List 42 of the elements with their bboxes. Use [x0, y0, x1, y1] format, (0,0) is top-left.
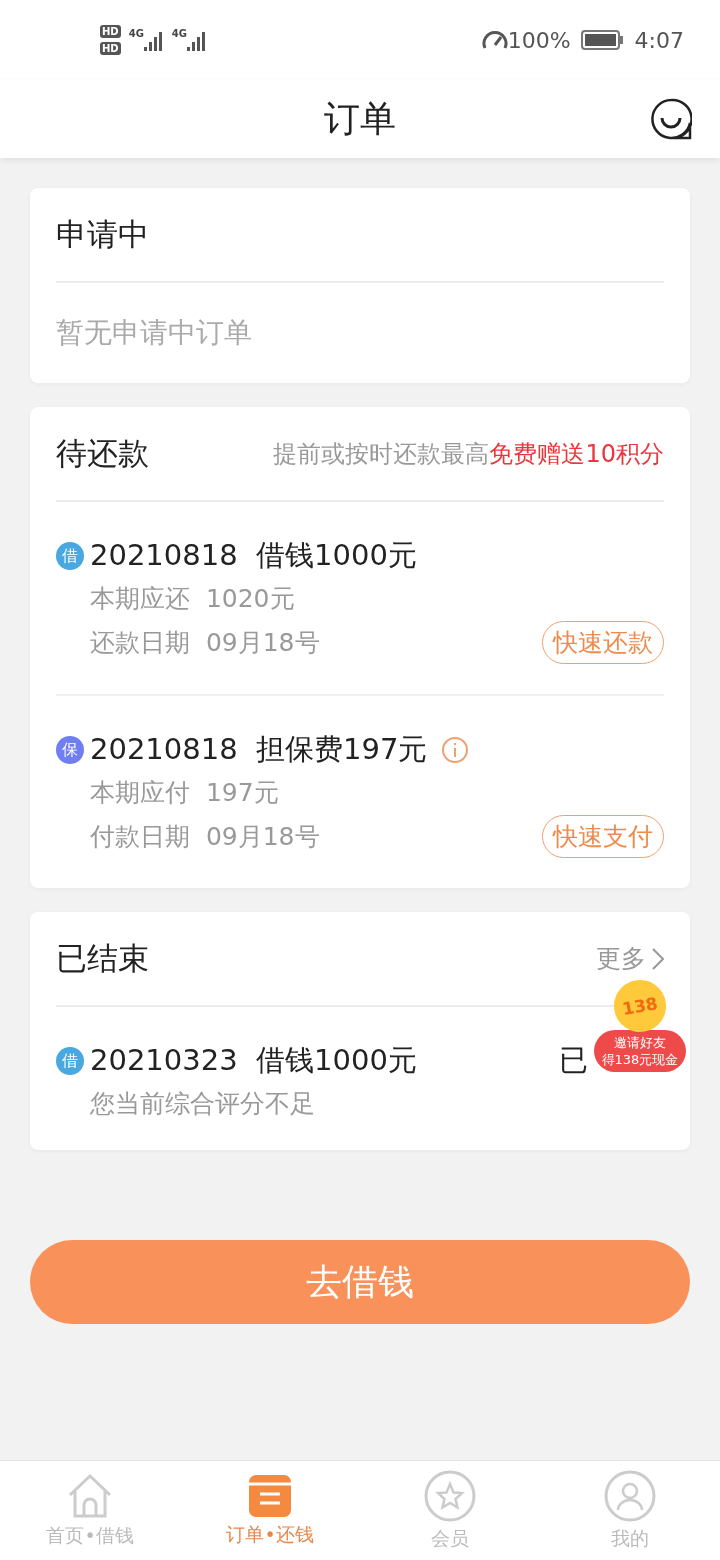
status-note: 您当前综合评分不足 — [90, 1088, 315, 1120]
signal-icon — [187, 29, 207, 51]
type-tag: 借 — [56, 1047, 84, 1075]
nav-tab[interactable]: 会员 — [360, 1461, 540, 1560]
chevron-right-icon[interactable] — [652, 947, 664, 970]
list-icon — [248, 1473, 292, 1518]
order-title: 20210323 借钱1000元 — [90, 1042, 417, 1079]
chat-icon[interactable] — [650, 98, 692, 140]
due-date-line: 付款日期 09月18号 — [90, 821, 320, 853]
battery-icon — [580, 29, 625, 51]
battery-percent: 100% — [507, 27, 571, 53]
due-date-line: 还款日期 09月18号 — [90, 627, 320, 659]
empty-message: 暂无申请中订单 — [56, 315, 253, 351]
reward-note: 提前或按时还款最高免费赠送10积分 — [273, 438, 664, 470]
borrow-button[interactable]: 去借钱 — [30, 1240, 690, 1324]
network-type: 4G — [128, 28, 144, 39]
order-title: 20210818 借钱1000元 — [90, 537, 417, 574]
nav-tab[interactable]: 我的 — [540, 1461, 720, 1560]
page-title: 订单 — [324, 96, 396, 141]
home-icon — [66, 1472, 114, 1519]
clock: 4:07 — [634, 27, 684, 53]
more-link[interactable]: 更多 — [596, 942, 646, 975]
sim-icon: HD — [100, 25, 121, 38]
sim-icon: HD — [100, 42, 121, 55]
profile-icon — [604, 1469, 656, 1522]
amount-line: 本期应还 1020元 — [90, 583, 295, 615]
amount-line: 本期应付 197元 — [90, 777, 279, 809]
speedometer-icon — [481, 29, 508, 51]
nav-tab[interactable]: 首页•借钱 — [0, 1461, 180, 1560]
pay-button[interactable]: 快速还款 — [542, 621, 664, 664]
section-title: 申请中 — [56, 214, 149, 254]
pay-button[interactable]: 快速支付 — [542, 815, 664, 858]
order-title: 20210818 担保费197元 — [90, 731, 428, 768]
section-title: 已结束 — [56, 938, 149, 978]
section-title: 待还款 — [56, 433, 149, 473]
info-icon[interactable] — [441, 736, 470, 764]
order-status: 已 — [559, 1042, 588, 1079]
signal-icon — [143, 29, 164, 51]
network-type: 4G — [171, 28, 187, 39]
type-tag: 保 — [56, 736, 84, 764]
nav-tab[interactable]: 订单•还钱 — [180, 1461, 360, 1560]
type-tag: 借 — [56, 542, 84, 570]
